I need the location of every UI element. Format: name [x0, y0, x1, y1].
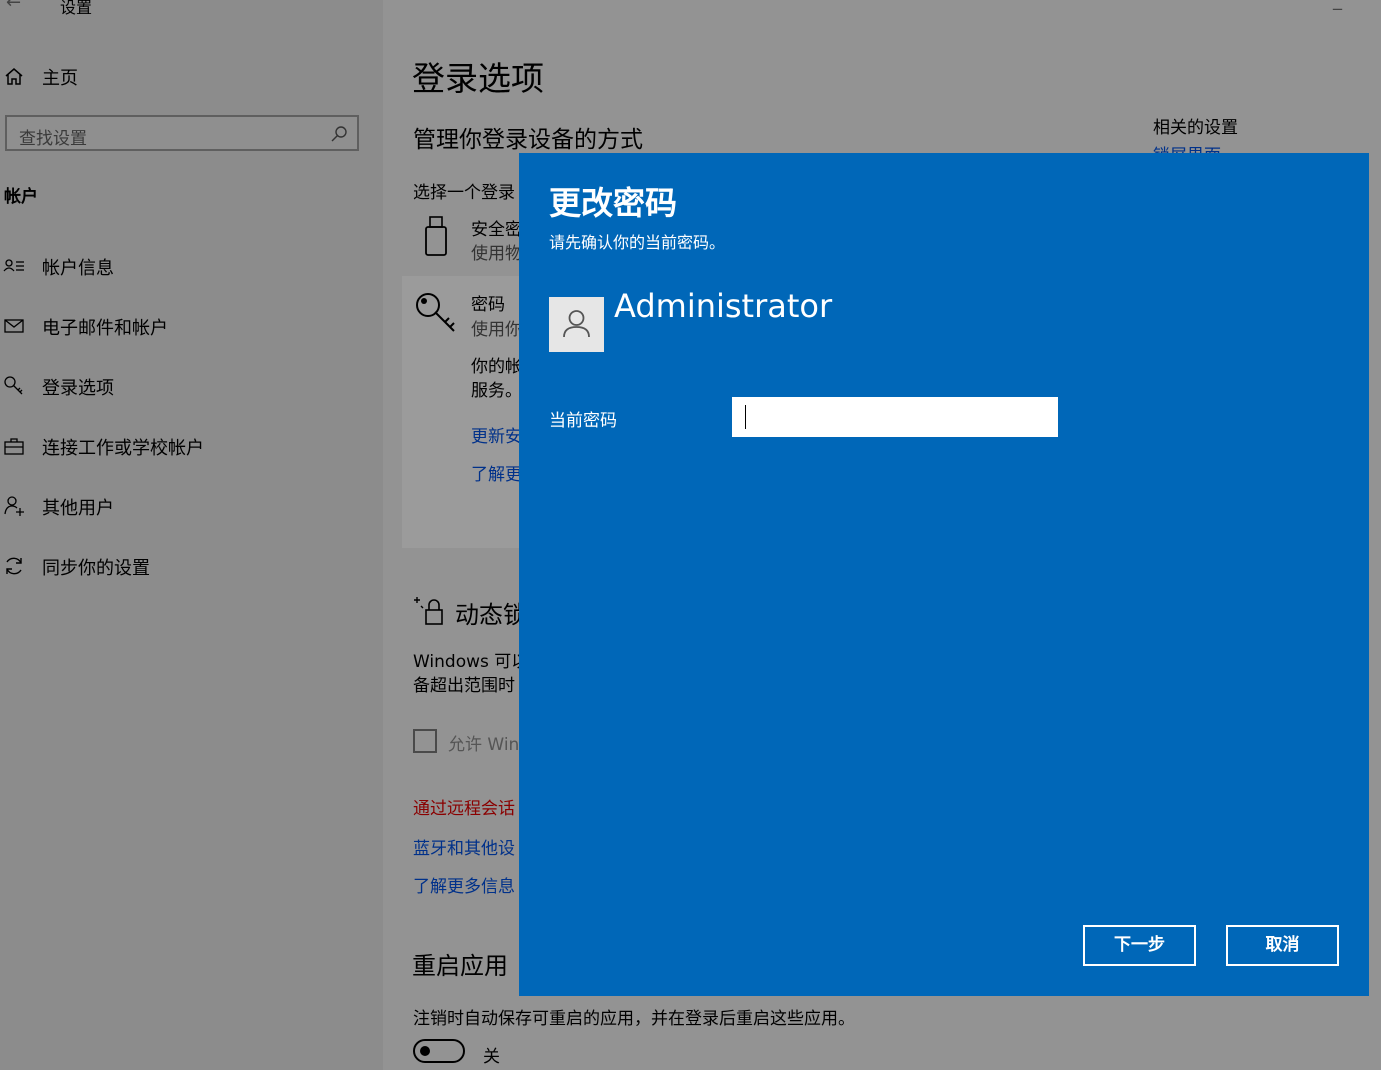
sync-icon [6, 557, 22, 575]
sidebar-item-label: 帐户信息 [42, 258, 114, 279]
page-subtitle: 管理你登录设备的方式 [413, 127, 643, 153]
search-icon [331, 126, 347, 142]
choose-sign-in-text: 选择一个登录 [413, 183, 515, 203]
sidebar-item-label: 电子邮件和帐户 [42, 318, 168, 339]
security-key-title: 安全密 [471, 220, 522, 240]
sidebar-item-label: 同步你的设置 [42, 558, 150, 579]
sidebar-item-label: 其他用户 [42, 498, 114, 519]
mail-icon [4, 319, 24, 333]
learn-more-link[interactable]: 了解更 [471, 460, 522, 485]
avatar [549, 297, 604, 352]
related-settings-heading: 相关的设置 [1153, 118, 1238, 138]
account-info-icon [3, 259, 24, 272]
sidebar-item-sync[interactable]: 同步你的设置 [0, 543, 383, 593]
page-title: 登录选项 [412, 59, 544, 98]
home-icon [5, 68, 23, 85]
text-cursor [745, 405, 746, 429]
sidebar-item-account-info[interactable]: 帐户信息 [0, 243, 383, 293]
restart-apps-toggle[interactable] [413, 1039, 465, 1063]
current-password-field[interactable] [732, 397, 1058, 437]
sidebar-item-sign-in-options[interactable]: 登录选项 [0, 363, 383, 413]
update-security-link[interactable]: 更新安 [471, 422, 522, 447]
learn-more-info-link[interactable]: 了解更多信息 [413, 872, 515, 897]
restart-apps-desc: 注销时自动保存可重启的应用，并在登录后重启这些应用。 [413, 1009, 855, 1029]
back-button[interactable]: ← [6, 0, 21, 13]
dynamic-lock-checkbox[interactable] [413, 729, 437, 753]
dynamic-lock-desc-line2: 备超出范围时 [413, 676, 515, 696]
sidebar-home[interactable]: 主页 [0, 53, 383, 103]
window-title: 设置 [60, 0, 93, 17]
current-password-label: 当前密码 [549, 411, 617, 431]
password-body-line1: 你的帐 [471, 357, 522, 377]
add-user-icon [4, 496, 24, 516]
next-button[interactable]: 下一步 [1083, 925, 1196, 966]
remote-session-link[interactable]: 通过远程会话 [413, 794, 515, 819]
related-lock-screen-link[interactable]: 锁屏界面 [1153, 141, 1221, 153]
related-link-clip: 锁屏界面 [1153, 141, 1303, 153]
cancel-button[interactable]: 取消 [1226, 925, 1339, 966]
password-title: 密码 [471, 295, 505, 315]
key-icon [4, 376, 23, 395]
security-key-desc: 使用物 [471, 244, 522, 264]
usb-key-icon [425, 216, 447, 256]
account-username: Administrator [614, 287, 833, 325]
dialog-subtitle: 请先确认你的当前密码。 [549, 233, 726, 252]
user-icon [563, 310, 590, 338]
dialog-title: 更改密码 [549, 184, 678, 222]
minimize-button[interactable]: _ [1333, 0, 1342, 11]
password-body-line2: 服务。 [471, 381, 522, 401]
sidebar-item-work-school[interactable]: 连接工作或学校帐户 [0, 423, 383, 473]
sidebar: ← 设置 主页 查找设置 帐户 帐户信息 电子邮件和帐户 登录选项 连接工作或学… [0, 0, 383, 1070]
restart-apps-title: 重启应用 [412, 952, 508, 980]
dynamic-lock-icon [414, 597, 443, 625]
restart-apps-toggle-state: 关 [483, 1047, 500, 1067]
sidebar-home-label: 主页 [42, 68, 78, 89]
search-input[interactable]: 查找设置 [5, 115, 359, 151]
toggle-knob [420, 1046, 430, 1056]
sidebar-item-other-users[interactable]: 其他用户 [0, 483, 383, 533]
dynamic-lock-title: 动态锁 [455, 601, 527, 629]
dynamic-lock-desc-line1: Windows 可以 [413, 652, 529, 672]
password-key-icon [416, 293, 455, 332]
password-desc: 使用你 [471, 320, 522, 340]
bluetooth-link[interactable]: 蓝牙和其他设 [413, 834, 515, 859]
sidebar-item-label: 连接工作或学校帐户 [42, 438, 204, 459]
sidebar-section-heading: 帐户 [4, 187, 38, 207]
sidebar-item-label: 登录选项 [42, 378, 114, 399]
briefcase-icon [4, 438, 24, 455]
dynamic-lock-checkbox-label: 允许 Win [448, 735, 520, 755]
search-placeholder: 查找设置 [19, 129, 87, 149]
sidebar-item-email[interactable]: 电子邮件和帐户 [0, 303, 383, 353]
change-password-dialog: 更改密码 请先确认你的当前密码。 Administrator 当前密码 下一步 … [519, 153, 1369, 996]
